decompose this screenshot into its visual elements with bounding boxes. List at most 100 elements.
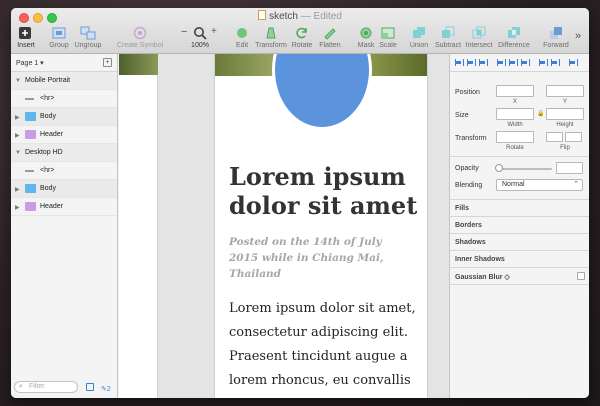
page-selector-label: Page 1 ▾: [16, 60, 44, 67]
difference-icon: [508, 27, 520, 38]
forward-button[interactable]: Forward: [534, 26, 578, 49]
layer-artboard-mobile-portrait[interactable]: ▼ Mobile Portrait: [11, 72, 117, 90]
inner-shadows-section[interactable]: Inner Shadows: [450, 250, 589, 267]
artboard-mobile-portrait[interactable]: [119, 54, 158, 398]
x-label: X: [512, 99, 517, 105]
add-page-button[interactable]: +: [103, 58, 112, 67]
artboard-desktop-hd[interactable]: Lorem ipsum dolor sit amet Posted on the…: [215, 54, 427, 398]
layer-filter-input[interactable]: ⌕ Filter: [14, 381, 78, 393]
ungroup-label: Ungroup: [74, 42, 102, 49]
inspector-panel: Position X Y Size 🔒 Width Height Transfo…: [449, 54, 589, 398]
hero-image: [119, 54, 158, 75]
distribute-horizontal-icon[interactable]: [538, 58, 548, 67]
folder-icon: [25, 112, 36, 121]
opacity-slider-track[interactable]: [496, 168, 552, 170]
edit-icon: [237, 28, 247, 38]
align-distribute-icon[interactable]: [568, 58, 578, 67]
filter-count: 2: [106, 386, 111, 393]
edit-label: Edit: [235, 42, 249, 49]
blending-value: Normal: [502, 181, 525, 188]
align-left-icon[interactable]: [454, 58, 464, 67]
blending-label: Blending: [455, 182, 483, 189]
zoom-magnifier-icon: [194, 27, 207, 40]
flatten-label: Flatten: [319, 42, 341, 49]
subtract-icon: [442, 26, 455, 38]
folder-icon: [25, 130, 36, 139]
symbol-icon: [133, 26, 147, 40]
folder-icon: [25, 184, 36, 193]
symbols-filter-icon[interactable]: [86, 383, 94, 391]
post-body[interactable]: Lorem ipsum dolor sit amet, consectetur …: [229, 297, 425, 393]
flip-vertical-button[interactable]: [565, 132, 582, 142]
position-x-field[interactable]: [496, 85, 534, 97]
transform-icon: [266, 27, 276, 39]
layer-group-header[interactable]: ▶ Header: [11, 198, 117, 216]
layer-group-body[interactable]: ▶ Body: [11, 108, 117, 126]
opacity-field[interactable]: [556, 162, 583, 174]
gaussian-blur-checkbox[interactable]: [577, 272, 585, 280]
page-selector[interactable]: Page 1 ▾ +: [11, 54, 117, 72]
layer-hr[interactable]: <hr>: [11, 90, 117, 108]
collapsed-triangle-icon[interactable]: ▶: [15, 186, 20, 193]
shadows-section[interactable]: Shadows: [450, 233, 589, 250]
borders-section[interactable]: Borders: [450, 216, 589, 233]
layer-label: <hr>: [40, 95, 55, 102]
align-middle-icon[interactable]: [508, 58, 518, 67]
group-icon: [52, 27, 66, 39]
borders-label: Borders: [455, 222, 482, 229]
expanded-triangle-icon[interactable]: ▼: [15, 150, 21, 156]
search-icon: ⌕: [19, 383, 23, 390]
flip-label: Flip: [560, 145, 570, 151]
collapsed-triangle-icon[interactable]: ▶: [15, 132, 20, 139]
edited-filter-icon[interactable]: ✎2: [101, 385, 111, 393]
align-top-icon[interactable]: [496, 58, 506, 67]
document-status: Edited: [313, 11, 342, 22]
align-bottom-icon[interactable]: [520, 58, 530, 67]
lock-icon[interactable]: 🔒: [537, 110, 544, 117]
ungroup-button[interactable]: Ungroup: [66, 26, 110, 49]
create-symbol-button[interactable]: Create Symbol: [112, 26, 168, 49]
flip-horizontal-button[interactable]: [546, 132, 563, 142]
position-label: Position: [455, 89, 480, 96]
transform-label: Transform: [455, 135, 487, 142]
scale-icon: [381, 27, 395, 39]
forward-icon: [550, 27, 562, 39]
canvas[interactable]: Lorem ipsum dolor sit amet Posted on the…: [119, 54, 449, 398]
post-title[interactable]: Lorem ipsum dolor sit amet: [229, 162, 419, 220]
position-y-field[interactable]: [546, 85, 584, 97]
layer-group-body[interactable]: ▶ Body: [11, 180, 117, 198]
rotate-field[interactable]: [496, 131, 534, 143]
filter-placeholder: Filter: [29, 383, 45, 390]
post-meta[interactable]: Posted on the 14th of July 2015 while in…: [229, 234, 409, 282]
avatar-circle[interactable]: [272, 54, 372, 130]
zoom-in-button[interactable]: +: [211, 26, 217, 37]
inner-shadows-label: Inner Shadows: [455, 256, 505, 263]
opacity-slider-knob[interactable]: [495, 164, 503, 172]
align-center-icon[interactable]: [466, 58, 476, 67]
expanded-triangle-icon[interactable]: ▼: [15, 78, 21, 84]
zoom-out-button[interactable]: −: [181, 26, 187, 38]
layer-group-header[interactable]: ▶ Header: [11, 126, 117, 144]
fills-label: Fills: [455, 205, 470, 212]
difference-button[interactable]: Difference: [492, 26, 536, 49]
opacity-label: Opacity: [455, 165, 479, 172]
blending-select[interactable]: Normal ⌃: [496, 179, 583, 191]
size-width-field[interactable]: [496, 108, 534, 120]
height-label: Height: [556, 122, 574, 128]
fills-section[interactable]: Fills: [450, 199, 589, 216]
layer-artboard-desktop-hd[interactable]: ▼ Desktop HD: [11, 144, 117, 162]
layer-label: Header: [40, 203, 63, 210]
distribute-vertical-icon[interactable]: [550, 58, 560, 67]
alignment-toolbar: [450, 54, 589, 72]
size-height-field[interactable]: [546, 108, 584, 120]
align-right-icon[interactable]: [478, 58, 488, 67]
collapsed-triangle-icon[interactable]: ▶: [15, 204, 20, 211]
divider: [450, 284, 589, 285]
insert-label: Insert: [17, 42, 35, 49]
intersect-label: Intersect: [465, 42, 493, 49]
toolbar-overflow-icon[interactable]: »: [575, 30, 581, 42]
line-icon: [25, 98, 34, 100]
collapsed-triangle-icon[interactable]: ▶: [15, 114, 20, 121]
gaussian-blur-section[interactable]: Gaussian Blur ◇: [450, 267, 589, 284]
layer-hr[interactable]: <hr>: [11, 162, 117, 180]
